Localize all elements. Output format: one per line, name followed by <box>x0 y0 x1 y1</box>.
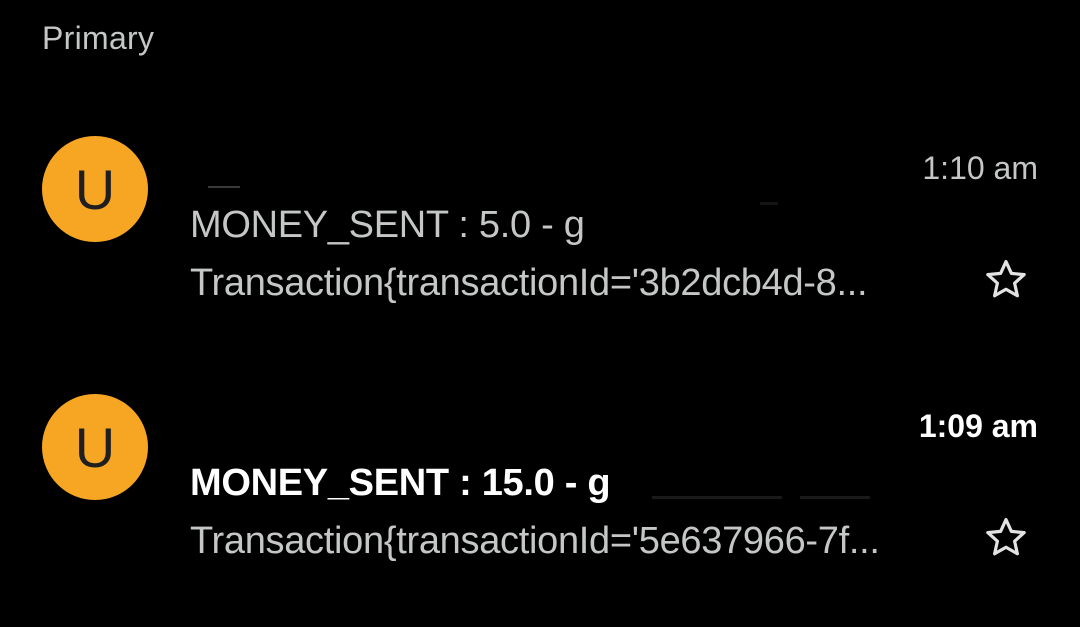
sender-name <box>208 186 240 188</box>
star-button[interactable] <box>980 512 1032 564</box>
star-outline-icon <box>986 260 1026 298</box>
email-snippet: Transaction{transactionId='5e637966-7f..… <box>190 520 880 562</box>
email-time: 1:10 am <box>922 150 1038 186</box>
email-list-item[interactable]: U 1:09 am MONEY_SENT : 15.0 - g Transact… <box>0 388 1080 588</box>
redacted-text <box>652 496 782 499</box>
redacted-text <box>760 202 778 205</box>
email-snippet: Transaction{transactionId='3b2dcb4d-8... <box>190 262 868 304</box>
avatar[interactable]: U <box>42 136 148 242</box>
redacted-text <box>800 496 870 499</box>
email-subject: MONEY_SENT : 5.0 - g <box>190 204 585 246</box>
avatar-letter: U <box>74 416 116 479</box>
email-time: 1:09 am <box>918 408 1038 444</box>
star-button[interactable] <box>980 254 1032 306</box>
email-list-item[interactable]: U 1:10 am MONEY_SENT : 5.0 - g Transacti… <box>0 130 1080 330</box>
avatar-letter: U <box>74 158 116 221</box>
email-subject: MONEY_SENT : 15.0 - g <box>190 462 611 504</box>
section-label-primary: Primary <box>42 20 155 56</box>
avatar[interactable]: U <box>42 394 148 500</box>
star-outline-icon <box>986 518 1026 556</box>
